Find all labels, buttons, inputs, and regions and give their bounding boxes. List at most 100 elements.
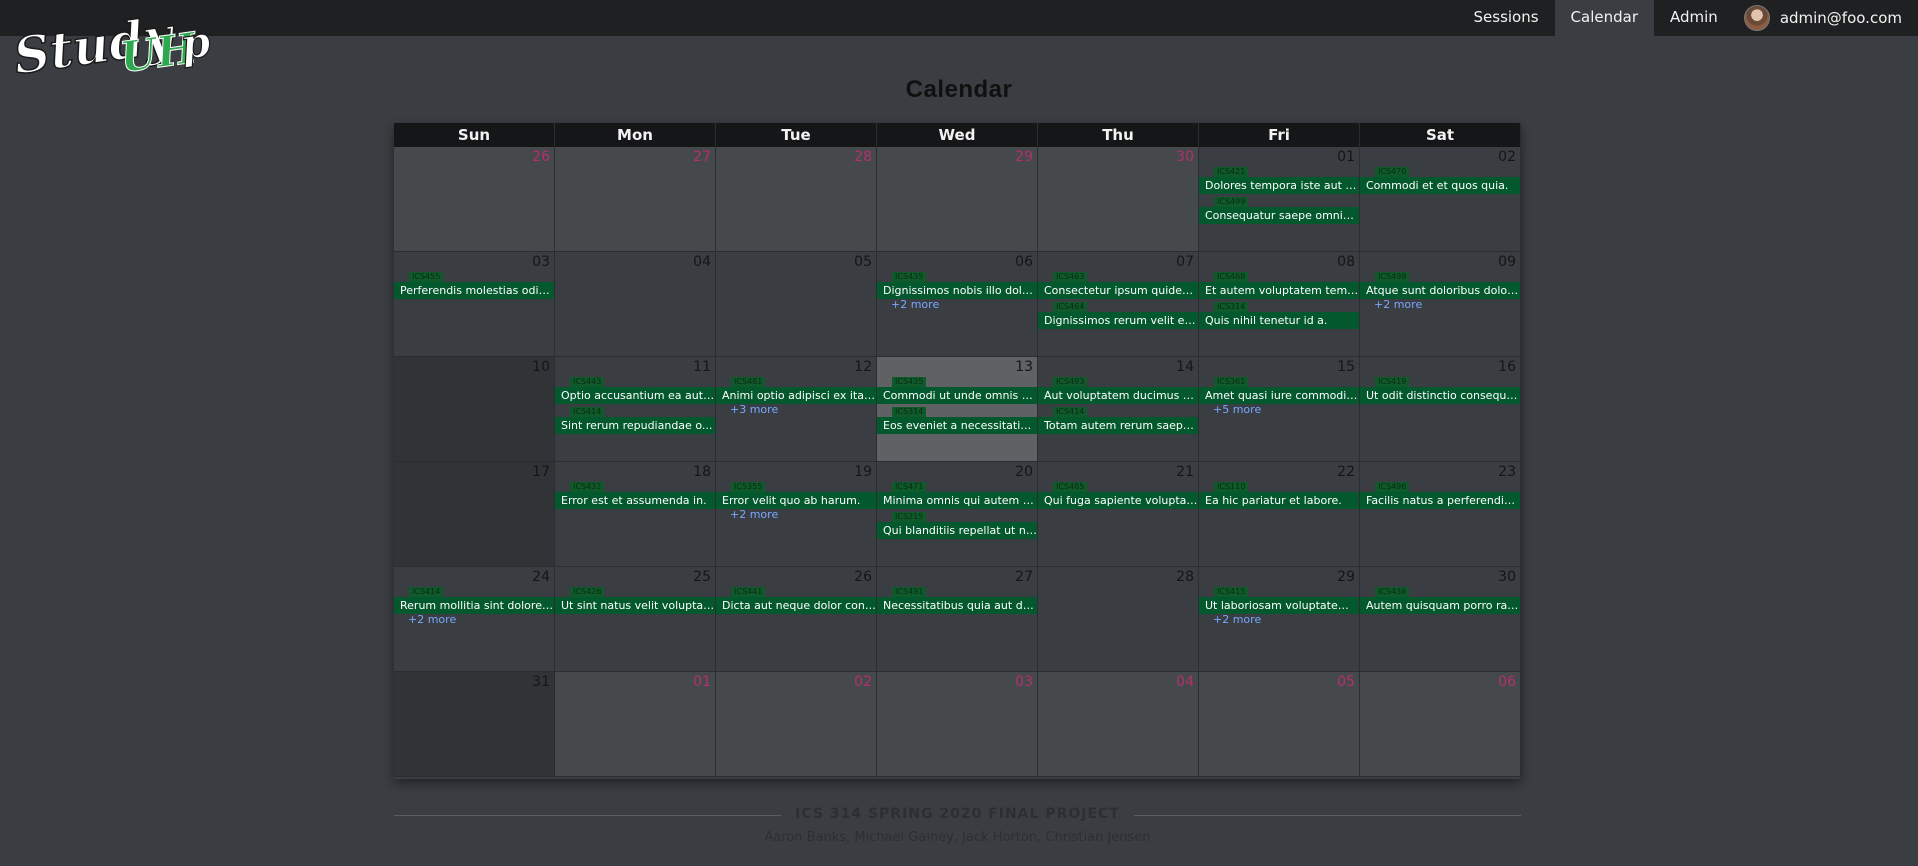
day-cell[interactable]: 03 ICS455 Perferendis molestias odio ... — [394, 252, 555, 357]
event-title[interactable]: Qui blanditiis repellat ut ne... — [877, 522, 1037, 539]
nav-calendar[interactable]: Calendar — [1554, 0, 1654, 36]
event-title[interactable]: Eos eveniet a necessitatibu... — [877, 417, 1037, 434]
day-cell[interactable]: 04 — [1038, 672, 1199, 777]
calendar-event[interactable]: ICS361 Amet quasi iure commodi ... — [1199, 375, 1359, 405]
day-cell[interactable]: 05 — [1199, 672, 1360, 777]
day-cell[interactable]: 14 ICS493 Aut voluptatem ducimus n... ICS41… — [1038, 357, 1199, 462]
day-cell[interactable]: 03 — [877, 672, 1038, 777]
event-title[interactable]: Aut voluptatem ducimus n... — [1038, 387, 1198, 404]
event-title[interactable]: Ut odit distinctio consequa... — [1360, 387, 1520, 404]
day-cell[interactable]: 09 ICS499 Atque sunt doloribus dolor... +2 … — [1360, 252, 1521, 357]
day-cell[interactable]: 21 ICS485 Qui fuga sapiente voluptat... — [1038, 462, 1199, 567]
day-cell[interactable]: 28 — [716, 147, 877, 252]
calendar-event[interactable]: ICS110 Ea hic pariatur et labore. — [1199, 480, 1359, 510]
calendar-event[interactable]: ICS421 Dolores tempora iste aut n... — [1199, 165, 1359, 195]
event-title[interactable]: Minima omnis qui autem d... — [877, 492, 1037, 509]
calendar-event[interactable]: ICS485 Qui fuga sapiente voluptat... — [1038, 480, 1198, 510]
event-title[interactable]: Consequatur saepe omnis ... — [1199, 207, 1359, 224]
event-title[interactable]: Ut laboriosam voluptatem ... — [1199, 597, 1359, 614]
day-cell[interactable]: 30 — [1038, 147, 1199, 252]
calendar-event[interactable]: ICS464 Dignissimos rerum velit est... — [1038, 300, 1198, 330]
event-title[interactable]: Necessitatibus quia aut dol... — [877, 597, 1037, 614]
user-menu[interactable]: admin@foo.com — [1734, 0, 1918, 36]
day-cell[interactable]: 27 ICS491 Necessitatibus quia aut dol... — [877, 567, 1038, 672]
event-title[interactable]: Dignissimos rerum velit est... — [1038, 312, 1198, 329]
day-cell[interactable]: 12 ICS481 Animi optio adipisci ex itaq... +… — [716, 357, 877, 462]
more-events-link[interactable]: +2 more — [716, 508, 876, 522]
event-title[interactable]: Consectetur ipsum quidem... — [1038, 282, 1198, 299]
day-cell[interactable]: 28 — [1038, 567, 1199, 672]
calendar-event[interactable]: ICS432 Error est et assumenda in. — [555, 480, 715, 510]
day-cell[interactable]: 02 ICS470 Commodi et et quos quia. — [1360, 147, 1521, 252]
event-title[interactable]: Commodi ut unde omnis a... — [877, 387, 1037, 404]
event-title[interactable]: Rerum mollitia sint dolore ... — [394, 597, 554, 614]
day-cell[interactable]: 07 ICS463 Consectetur ipsum quidem... ICS46… — [1038, 252, 1199, 357]
studyuhhp-logo[interactable]: Study UH p — [9, 2, 216, 87]
more-events-link[interactable]: +5 more — [1199, 403, 1359, 417]
calendar-event[interactable]: ICS455 Perferendis molestias odio ... — [394, 270, 554, 300]
calendar-event[interactable]: ICS426 Ut sint natus velit voluptat... — [555, 585, 715, 615]
day-cell[interactable]: 25 ICS426 Ut sint natus velit voluptat... — [555, 567, 716, 672]
more-events-link[interactable]: +2 more — [1360, 298, 1520, 312]
event-title[interactable]: Ea hic pariatur et labore. — [1199, 492, 1359, 509]
calendar-event[interactable]: ICS441 Dicta aut neque dolor cons... — [716, 585, 876, 615]
calendar-event[interactable]: ICS471 Minima omnis qui autem d... — [877, 480, 1037, 510]
calendar-event[interactable]: ICS414 Totam autem rerum saepe... — [1038, 405, 1198, 435]
event-title[interactable]: Error est et assumenda in. — [555, 492, 715, 509]
event-title[interactable]: Dicta aut neque dolor cons... — [716, 597, 876, 614]
day-cell[interactable]: 15 ICS361 Amet quasi iure commodi ... +5 mo… — [1199, 357, 1360, 462]
nav-sessions[interactable]: Sessions — [1458, 0, 1555, 36]
calendar-event[interactable]: ICS355 Error velit quo ab harum. — [716, 480, 876, 510]
event-title[interactable]: Error velit quo ab harum. — [716, 492, 876, 509]
day-cell[interactable]: 26 ICS441 Dicta aut neque dolor cons... — [716, 567, 877, 672]
day-cell[interactable]: 29 — [877, 147, 1038, 252]
more-events-link[interactable]: +3 more — [716, 403, 876, 417]
calendar-event[interactable]: ICS414 Sint rerum repudiandae o... — [555, 405, 715, 435]
event-title[interactable]: Dignissimos nobis illo dolo... — [877, 282, 1037, 299]
calendar-event[interactable]: ICS499 Atque sunt doloribus dolor... — [1360, 270, 1520, 300]
day-cell[interactable]: 29 ICS415 Ut laboriosam voluptatem ... +2 m… — [1199, 567, 1360, 672]
day-cell[interactable]: 27 — [555, 147, 716, 252]
event-title[interactable]: Perferendis molestias odio ... — [394, 282, 554, 299]
calendar-event[interactable]: ICS215 Qui blanditiis repellat ut ne... — [877, 510, 1037, 540]
day-cell[interactable]: 20 ICS471 Minima omnis qui autem d... ICS21… — [877, 462, 1038, 567]
event-title[interactable]: Ut sint natus velit voluptat... — [555, 597, 715, 614]
nav-admin[interactable]: Admin — [1654, 0, 1734, 36]
event-title[interactable]: Optio accusantium ea aut ... — [555, 387, 715, 404]
day-cell[interactable]: 17 — [394, 462, 555, 567]
day-cell[interactable]: 22 ICS110 Ea hic pariatur et labore. — [1199, 462, 1360, 567]
calendar-event[interactable]: ICS468 Et autem voluptatem temp... — [1199, 270, 1359, 300]
day-cell[interactable]: 06 — [1360, 672, 1521, 777]
event-title[interactable]: Autem quisquam porro rat... — [1360, 597, 1520, 614]
calendar-event[interactable]: ICS435 Dignissimos nobis illo dolo... — [877, 270, 1037, 300]
event-title[interactable]: Amet quasi iure commodi ... — [1199, 387, 1359, 404]
day-cell[interactable]: 16 ICS419 Ut odit distinctio consequa... — [1360, 357, 1521, 462]
day-cell[interactable]: 18 ICS432 Error est et assumenda in. — [555, 462, 716, 567]
more-events-link[interactable]: +2 more — [877, 298, 1037, 312]
day-cell[interactable]: 06 ICS435 Dignissimos nobis illo dolo... +2… — [877, 252, 1038, 357]
more-events-link[interactable]: +2 more — [394, 613, 554, 627]
calendar-event[interactable]: ICS415 Ut laboriosam voluptatem ... — [1199, 585, 1359, 615]
calendar-event[interactable]: ICS496 Facilis natus a perferendis ... — [1360, 480, 1520, 510]
calendar-event[interactable]: ICS314 Eos eveniet a necessitatibu... — [877, 405, 1037, 435]
calendar-event[interactable]: ICS435 Commodi ut unde omnis a... — [877, 375, 1037, 405]
day-cell[interactable]: 01 ICS421 Dolores tempora iste aut n... ICS… — [1199, 147, 1360, 252]
day-cell[interactable]: 01 — [555, 672, 716, 777]
calendar-event[interactable]: ICS414 Rerum mollitia sint dolore ... — [394, 585, 554, 615]
day-cell[interactable]: 10 — [394, 357, 555, 462]
calendar-event[interactable]: ICS463 Consectetur ipsum quidem... — [1038, 270, 1198, 300]
calendar-event[interactable]: ICS499 Consequatur saepe omnis ... — [1199, 195, 1359, 225]
calendar-event[interactable]: ICS419 Ut odit distinctio consequa... — [1360, 375, 1520, 405]
day-cell-today[interactable]: 13 ICS435 Commodi ut unde omnis a... ICS314… — [877, 357, 1038, 462]
event-title[interactable]: Animi optio adipisci ex itaq... — [716, 387, 876, 404]
event-title[interactable]: Facilis natus a perferendis ... — [1360, 492, 1520, 509]
calendar-event[interactable]: ICS470 Commodi et et quos quia. — [1360, 165, 1520, 195]
day-cell[interactable]: 26 — [394, 147, 555, 252]
day-cell[interactable]: 04 — [555, 252, 716, 357]
day-cell[interactable]: 08 ICS468 Et autem voluptatem temp... ICS31… — [1199, 252, 1360, 357]
event-title[interactable]: Atque sunt doloribus dolor... — [1360, 282, 1520, 299]
day-cell[interactable]: 30 ICS436 Autem quisquam porro rat... — [1360, 567, 1521, 672]
calendar-event[interactable]: ICS493 Aut voluptatem ducimus n... — [1038, 375, 1198, 405]
day-cell[interactable]: 24 ICS414 Rerum mollitia sint dolore ... +2… — [394, 567, 555, 672]
day-cell[interactable]: 23 ICS496 Facilis natus a perferendis ... — [1360, 462, 1521, 567]
